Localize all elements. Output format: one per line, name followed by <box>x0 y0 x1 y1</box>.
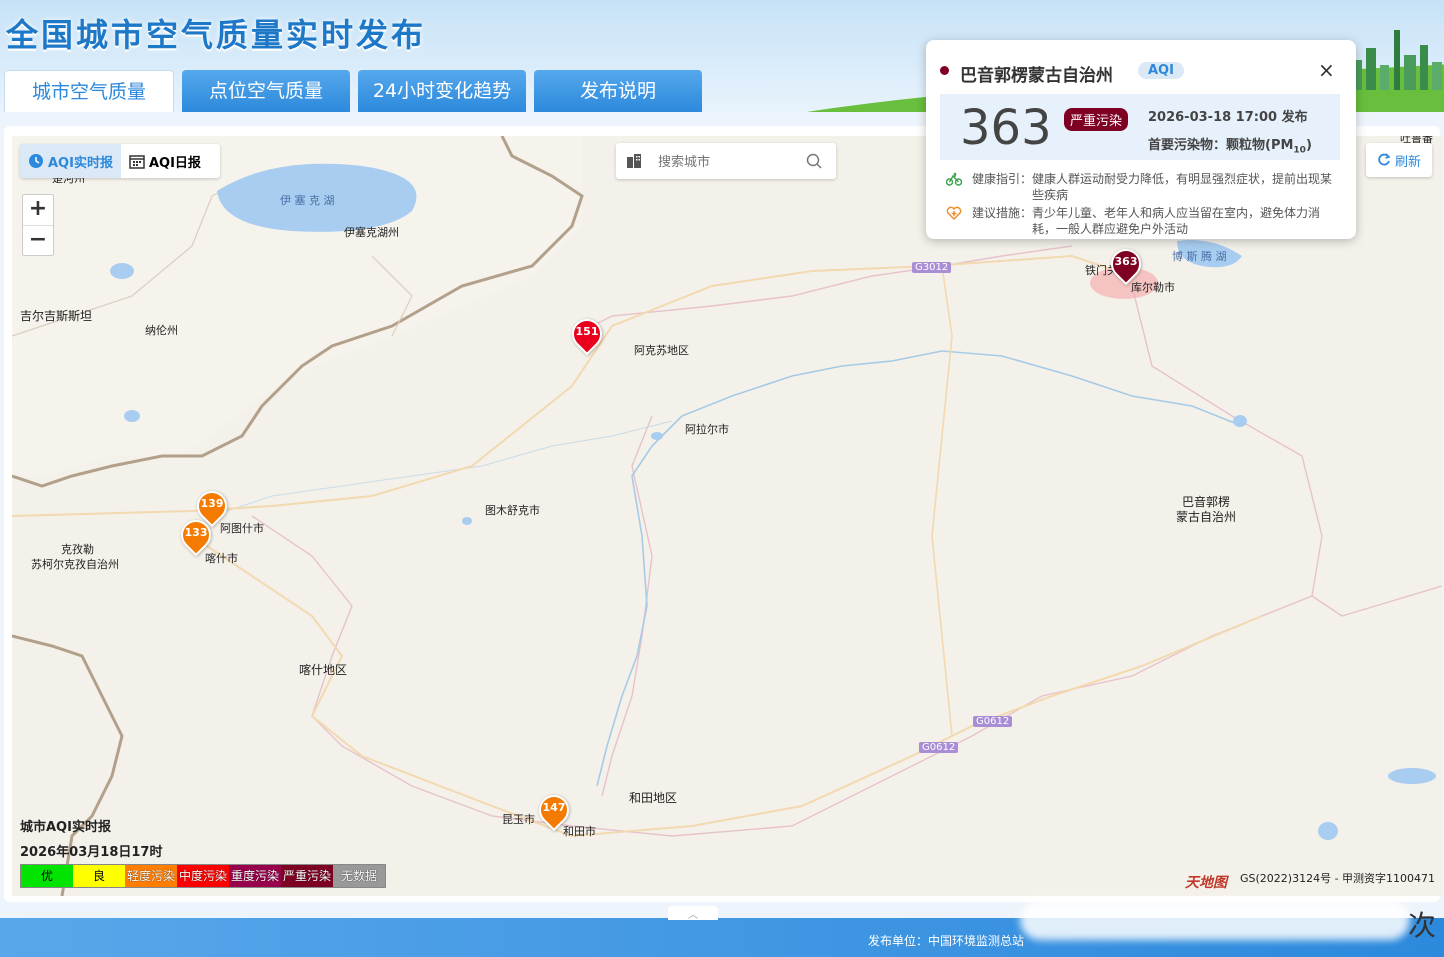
popup-aqi-panel: 363 严重污染 2026-03-18 17:00 发布 首要污染物：颗粒物(P… <box>940 94 1340 160</box>
mode-realtime-label: AQI实时报 <box>48 155 113 171</box>
aqi-marker-aksu[interactable]: 151 <box>565 312 609 357</box>
map-label-bosten-lake: 博 斯 腾 湖 <box>1172 250 1227 263</box>
map-label-bayingol-2: 蒙古自治州 <box>1176 510 1237 524</box>
mode-daily-button[interactable]: AQI日报 <box>121 144 209 178</box>
mode-daily-label: AQI日报 <box>148 155 201 171</box>
publish-time-value: 2026-03-18 17:00 <box>1148 110 1278 125</box>
map-label-kizilsu-1: 克孜勒 <box>61 543 94 556</box>
map-label-hotan-region: 和田地区 <box>629 791 678 805</box>
popup-city-name: 巴音郭楞蒙古自治州 <box>960 66 1113 86</box>
legend-level-moderate: 良 <box>73 865 125 887</box>
popup-primary-pollutant: 首要污染物：颗粒物(PM10) <box>1148 134 1312 156</box>
mode-realtime-button[interactable]: AQI实时报 <box>20 144 121 178</box>
map-canvas[interactable]: 伊 塞 克 湖 伊塞克湖州 吉尔吉斯斯坦 纳伦州 楚河州 吐鲁番 阿克苏地区 阿… <box>12 136 1442 896</box>
map-label-yisaike: 伊塞克湖州 <box>344 226 399 239</box>
zoom-in-button[interactable]: + <box>23 195 53 226</box>
legend-date: 2026年03月18日17时 <box>20 845 163 860</box>
marker-value: 147 <box>542 801 566 814</box>
city-aqi-popup: 巴音郭楞蒙古自治州 AQI × 363 严重污染 2026-03-18 17:0… <box>926 40 1356 239</box>
map-label-aksu: 阿克苏地区 <box>634 344 689 357</box>
aqi-marker-korla[interactable]: 363 <box>1104 242 1148 287</box>
pollutant-label: 首要污染物：颗粒物(PM <box>1148 138 1294 153</box>
marker-value: 151 <box>575 325 599 338</box>
page-title: 全国城市空气质量实时发布 <box>6 16 427 54</box>
publish-suffix: 发布 <box>1281 110 1308 125</box>
health-text: 健康人群运动耐受力降低，有明显强烈症状，提前出现某些疾病 <box>1032 172 1333 202</box>
marker-value: 363 <box>1114 255 1138 268</box>
map-label-tumxuk: 图木舒克市 <box>485 504 540 517</box>
clock-icon <box>29 154 43 168</box>
road-sign-g0612-a: G0612 <box>973 716 1013 727</box>
refresh-label: 刷新 <box>1394 154 1421 170</box>
page-footer: ︿ 发布单位：中国环境监测总站 次 <box>0 900 1444 957</box>
main-tabs: 城市空气质量 点位空气质量 24小时变化趋势 发布说明 <box>4 70 702 112</box>
marker-value: 139 <box>200 497 224 510</box>
popup-level-badge: 严重污染 <box>1064 108 1129 131</box>
zoom-out-button[interactable]: − <box>23 226 53 256</box>
map-label-naryn: 纳伦州 <box>145 324 178 337</box>
calendar-icon <box>129 155 145 169</box>
tianditu-logo: 天地图 <box>1185 875 1227 891</box>
legend-level-heavy: 重度污染 <box>229 865 281 887</box>
legend-level-light: 轻度污染 <box>125 865 177 887</box>
map-copyright: GS(2022)3124号 - 甲测资字1100471 <box>1240 872 1436 885</box>
aqi-marker-hotan[interactable]: 147 <box>532 788 576 833</box>
legend-level-medium: 中度污染 <box>177 865 229 887</box>
legend-level-severe: 严重污染 <box>281 865 333 887</box>
search-icon[interactable] <box>806 153 822 169</box>
pollutant-end: ) <box>1305 138 1312 153</box>
collapse-handle[interactable]: ︿ <box>668 906 718 921</box>
level-dot <box>940 66 949 75</box>
advice-label: 建议措施： <box>972 206 1033 220</box>
map-label-kashgar-region: 喀什地区 <box>299 663 348 677</box>
aqi-legend: 优 良 轻度污染 中度污染 重度污染 严重污染 无数据 <box>20 864 386 888</box>
building-icon <box>627 154 641 168</box>
bicycle-icon <box>946 172 962 186</box>
refresh-icon <box>1378 153 1391 166</box>
marker-value: 133 <box>184 526 208 539</box>
refresh-button[interactable]: 刷新 <box>1366 143 1432 177</box>
tab-release-notes[interactable]: 发布说明 <box>534 70 702 112</box>
zoom-control: + − <box>22 194 54 256</box>
tab-city-air-quality[interactable]: 城市空气质量 <box>4 70 174 112</box>
publisher-text: 发布单位：中国环境监测总站 <box>868 934 1025 948</box>
popup-close-button[interactable]: × <box>1318 58 1335 82</box>
blurred-overlay <box>1020 900 1410 940</box>
map-label-yining-lake: 伊 塞 克 湖 <box>280 194 335 207</box>
legend-title: 城市AQI实时报 <box>20 820 111 835</box>
city-skyline-decoration <box>1354 30 1442 90</box>
health-label: 健康指引： <box>972 172 1033 186</box>
legend-level-good: 优 <box>21 865 73 887</box>
city-search-box <box>616 143 836 179</box>
map-label-kunyu: 昆玉市 <box>502 813 535 826</box>
popup-aqi-tag: AQI <box>1138 62 1184 79</box>
tab-site-air-quality[interactable]: 点位空气质量 <box>182 70 350 112</box>
aqi-marker-kashgar[interactable]: 133 <box>174 513 218 558</box>
map-label-alar: 阿拉尔市 <box>685 423 729 436</box>
pollutant-sub: 10 <box>1293 145 1306 156</box>
road-sign-g3012: G3012 <box>912 262 952 273</box>
tab-24h-trend[interactable]: 24小时变化趋势 <box>358 70 526 112</box>
popup-aqi-value: 363 <box>960 100 1052 156</box>
advice-text: 青少年儿童、老年人和病人应当留在室内，避免体力消耗，一般人群应避免户外活动 <box>1032 206 1321 236</box>
map-label-kyrgyzstan: 吉尔吉斯斯坦 <box>20 309 93 323</box>
legend-level-nodata: 无数据 <box>333 865 385 887</box>
heart-care-icon <box>946 206 962 220</box>
corner-char: 次 <box>1408 909 1437 942</box>
map-label-kizilsu-2: 苏柯尔克孜自治州 <box>31 558 119 571</box>
aqi-mode-switch: AQI实时报 AQI日报 <box>20 144 220 178</box>
road-sign-g0612-b: G0612 <box>919 742 959 753</box>
popup-publish-time: 2026-03-18 17:00 发布 <box>1148 106 1308 125</box>
search-input[interactable] <box>656 151 800 173</box>
